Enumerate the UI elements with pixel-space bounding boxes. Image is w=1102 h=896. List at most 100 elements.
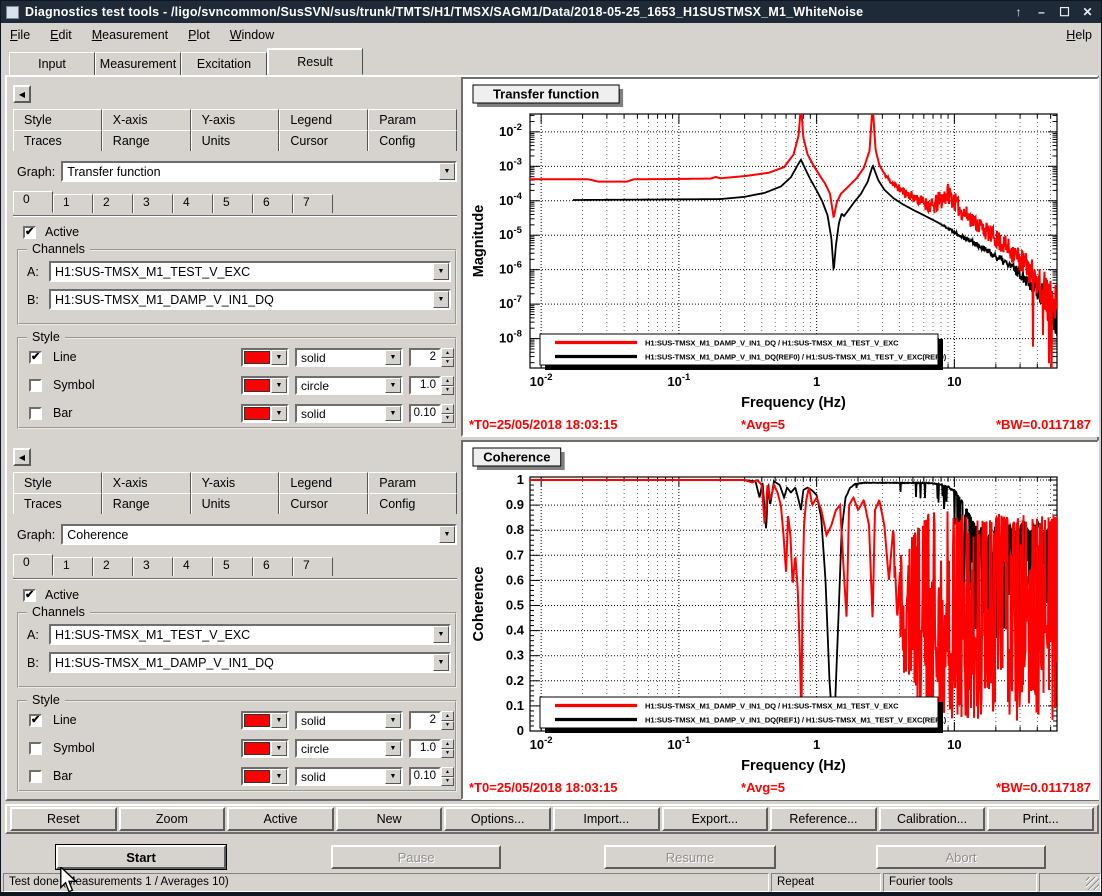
reference-button[interactable]: Reference... — [770, 807, 877, 831]
symbol-color-select[interactable]: ▼ — [241, 739, 289, 758]
line-style-select[interactable]: solid ▼ — [295, 711, 403, 730]
bar-width-stepper[interactable]: 0.10 ▲ ▼ — [409, 767, 455, 786]
chevron-down-icon[interactable]: ▼ — [271, 406, 287, 421]
chevron-down-icon[interactable]: ▼ — [433, 263, 449, 280]
resize-grip[interactable] — [1086, 877, 1099, 890]
channel-b-select[interactable]: H1:SUS-TMSX_M1_DAMP_V_IN1_DQ ▼ — [49, 652, 451, 673]
spin-down-icon[interactable]: ▼ — [441, 748, 454, 758]
pause-button[interactable]: Pause — [331, 845, 501, 869]
tab-y-axis[interactable]: Y-axis — [190, 109, 280, 130]
calibration-button[interactable]: Calibration... — [878, 807, 986, 831]
tab-units[interactable]: Units — [190, 130, 280, 151]
graph-select[interactable]: Transfer function ▼ — [61, 161, 457, 182]
print-button[interactable]: Print... — [987, 807, 1094, 831]
tab-result[interactable]: Result — [267, 48, 363, 75]
coherence-plot[interactable]: 10-2 10-1 1 1010.90.80.70.60.50.40.30.20.10… — [463, 442, 1097, 798]
tab-x-axis[interactable]: X-axis — [101, 109, 191, 130]
tab-y-axis[interactable]: Y-axis — [190, 472, 280, 493]
shade-window-icon[interactable]: ↑ — [1010, 4, 1027, 21]
tab-style[interactable]: Style — [13, 109, 102, 130]
channel-a-select[interactable]: H1:SUS-TMSX_M1_TEST_V_EXC ▼ — [49, 261, 451, 282]
resume-button[interactable]: Resume — [604, 845, 776, 869]
chevron-down-icon[interactable]: ▼ — [271, 741, 287, 756]
symbol-style-select[interactable]: circle ▼ — [295, 376, 403, 395]
trace-tab-2[interactable]: 2 — [93, 194, 133, 213]
tab-cursor[interactable]: Cursor — [279, 493, 369, 514]
chevron-down-icon[interactable]: ▼ — [271, 378, 287, 393]
spin-up-icon[interactable]: ▲ — [441, 404, 454, 414]
trace-tab-5[interactable]: 5 — [213, 194, 253, 213]
transfer-function-plot[interactable]: 10-2 10-1 1 1010-210-310-410-510-610-710-8F… — [463, 79, 1097, 435]
symbol-size-stepper[interactable]: 1.0 ▲ ▼ — [409, 376, 455, 395]
line-width-stepper[interactable]: 2 ▲ ▼ — [409, 348, 455, 367]
import-button[interactable]: Import... — [552, 807, 660, 831]
line-color-select[interactable]: ▼ — [241, 711, 289, 730]
bar-style-select[interactable]: solid ▼ — [295, 404, 403, 423]
graph-select[interactable]: Coherence ▼ — [61, 524, 457, 545]
tab-cursor[interactable]: Cursor — [279, 130, 369, 151]
collapse-panel-button[interactable]: ◀ — [13, 85, 31, 103]
symbol-size-stepper[interactable]: 1.0 ▲ ▼ — [409, 739, 455, 758]
chevron-down-icon[interactable]: ▼ — [385, 741, 401, 756]
chevron-down-icon[interactable]: ▼ — [271, 350, 287, 365]
bar-color-select[interactable]: ▼ — [241, 404, 289, 423]
abort-button[interactable]: Abort — [876, 845, 1046, 869]
spin-up-icon[interactable]: ▲ — [441, 348, 454, 358]
spin-down-icon[interactable]: ▼ — [441, 720, 454, 730]
trace-tab-7[interactable]: 7 — [293, 194, 333, 213]
menu-measurement[interactable]: Measurement — [92, 28, 168, 42]
bar-style-select[interactable]: solid ▼ — [295, 767, 403, 786]
tab-range[interactable]: Range — [101, 493, 191, 514]
trace-tab-6[interactable]: 6 — [253, 194, 293, 213]
tab-traces[interactable]: Traces — [13, 130, 102, 151]
spin-down-icon[interactable]: ▼ — [441, 413, 454, 423]
trace-tab-3[interactable]: 3 — [133, 194, 173, 213]
trace-tab-7[interactable]: 7 — [293, 557, 333, 576]
trace-tab-5[interactable]: 5 — [213, 557, 253, 576]
chevron-down-icon[interactable]: ▼ — [439, 526, 455, 543]
symbol-style-select[interactable]: circle ▼ — [295, 739, 403, 758]
active-checkbox[interactable]: ✔ — [23, 588, 36, 602]
trace-tab-3[interactable]: 3 — [133, 557, 173, 576]
tab-range[interactable]: Range — [101, 130, 191, 151]
bar-color-select[interactable]: ▼ — [241, 767, 289, 786]
trace-tab-1[interactable]: 1 — [53, 557, 93, 576]
tab-config[interactable]: Config — [368, 493, 457, 514]
tab-legend[interactable]: Legend — [279, 109, 369, 130]
trace-tab-0[interactable]: 0 — [13, 554, 53, 576]
channel-b-select[interactable]: H1:SUS-TMSX_M1_DAMP_V_IN1_DQ ▼ — [49, 289, 451, 310]
symbol-checkbox[interactable] — [29, 741, 42, 755]
active-button[interactable]: Active — [227, 807, 334, 831]
spin-up-icon[interactable]: ▲ — [441, 767, 454, 777]
trace-tab-1[interactable]: 1 — [53, 194, 93, 213]
spin-down-icon[interactable]: ▼ — [441, 776, 454, 786]
spin-up-icon[interactable]: ▲ — [441, 739, 454, 749]
line-width-stepper[interactable]: 2 ▲ ▼ — [409, 711, 455, 730]
tab-units[interactable]: Units — [190, 493, 280, 514]
menu-help[interactable]: Help — [1066, 28, 1092, 42]
line-color-select[interactable]: ▼ — [241, 348, 289, 367]
chevron-down-icon[interactable]: ▼ — [271, 713, 287, 728]
export-button[interactable]: Export... — [661, 807, 769, 831]
spin-up-icon[interactable]: ▲ — [441, 376, 454, 386]
tab-traces[interactable]: Traces — [13, 493, 102, 514]
new-button[interactable]: New — [335, 807, 443, 831]
maximize-window-icon[interactable]: ☐ — [1056, 4, 1073, 21]
line-style-select[interactable]: solid ▼ — [295, 348, 403, 367]
menu-file[interactable]: File — [10, 28, 30, 42]
chevron-down-icon[interactable]: ▼ — [271, 769, 287, 784]
bar-width-stepper[interactable]: 0.10 ▲ ▼ — [409, 404, 455, 423]
options-button[interactable]: Options... — [444, 807, 551, 831]
chevron-down-icon[interactable]: ▼ — [385, 713, 401, 728]
menu-plot[interactable]: Plot — [188, 28, 210, 42]
start-button[interactable]: Start — [56, 845, 226, 869]
tab-input[interactable]: Input — [9, 52, 95, 75]
chevron-down-icon[interactable]: ▼ — [385, 406, 401, 421]
chevron-down-icon[interactable]: ▼ — [433, 291, 449, 308]
line-checkbox[interactable]: ✔ — [29, 713, 42, 727]
tab-x-axis[interactable]: X-axis — [101, 472, 191, 493]
bar-checkbox[interactable] — [29, 769, 42, 783]
chevron-down-icon[interactable]: ▼ — [439, 163, 455, 180]
spin-down-icon[interactable]: ▼ — [441, 385, 454, 395]
tab-param[interactable]: Param — [368, 109, 457, 130]
